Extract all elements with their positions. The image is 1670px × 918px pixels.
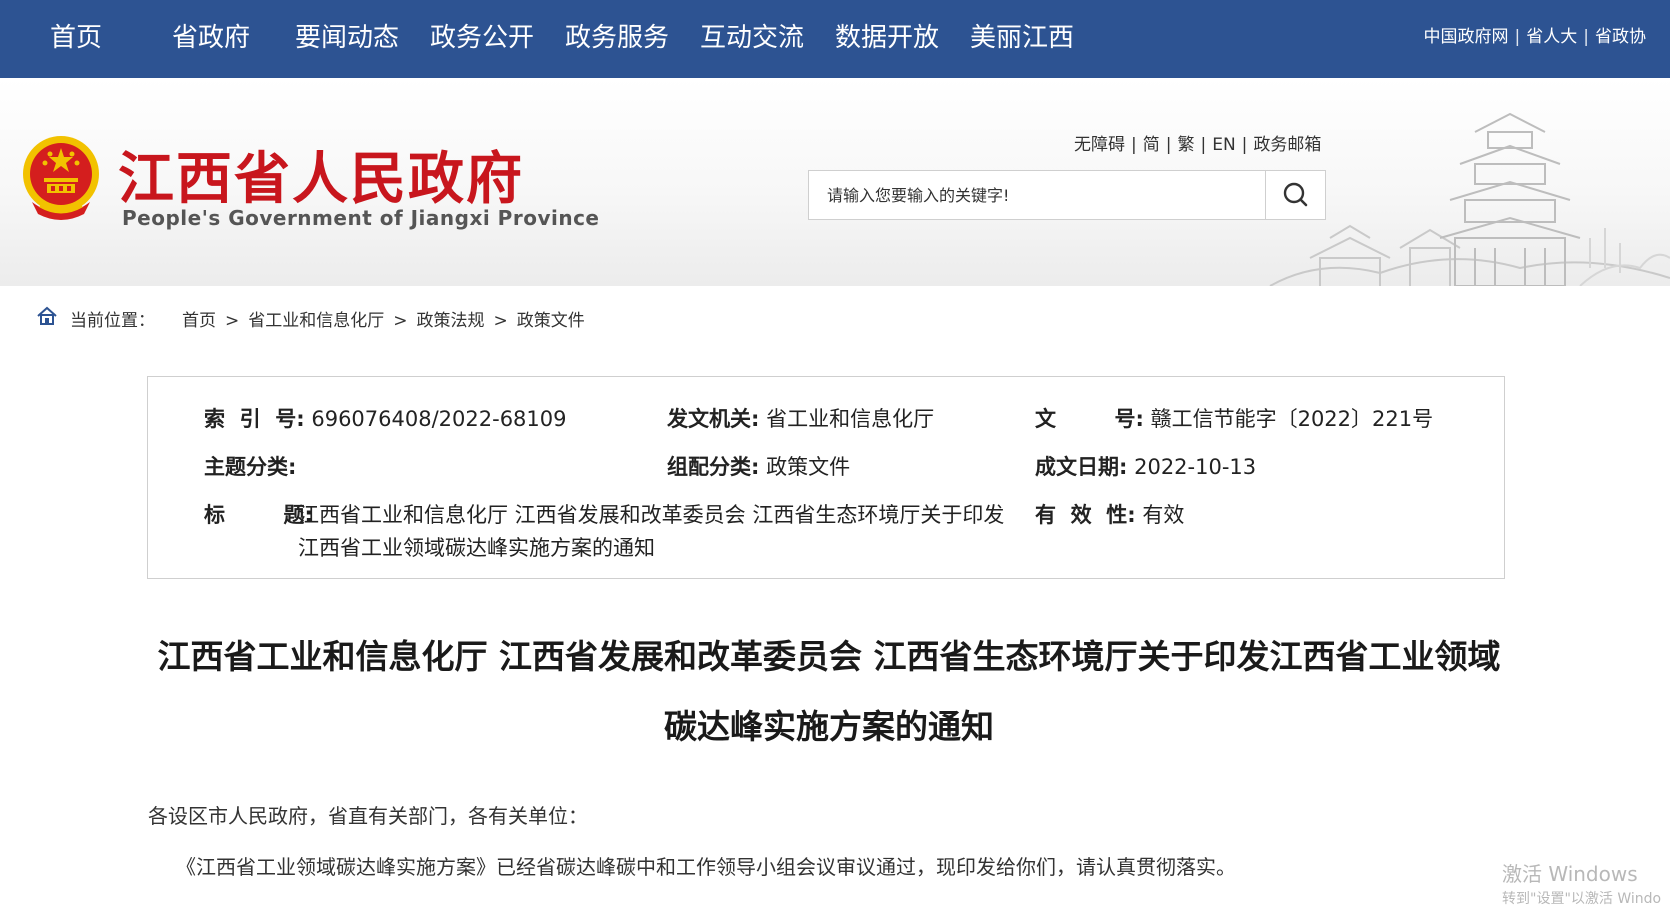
meta-validity-value: 有效 [1142, 503, 1185, 527]
meta-title-value: 江西省工业和信息化厅 江西省发展和改革委员会 江西省生态环境厅关于印发江西省工业… [298, 503, 1005, 560]
document-meta-box: 索 引 号: 696076408/2022-68109 发文机关: 省工业和信息… [147, 376, 1505, 579]
site-title-cn[interactable]: 江西省人民政府 [118, 134, 524, 215]
meta-validity-label: 有 效 性: [1035, 503, 1136, 527]
breadcrumb: 当前位置： 首页 > 省工业和信息化厅 > 政策法规 > 政策文件 [8, 286, 1648, 346]
article-body-paragraph: 《江西省工业领域碳达峰实施方案》已经省碳达峰碳中和工作领导小组会议审议通过，现印… [176, 855, 1236, 879]
meta-validity: 有 效 性: 有效 [1035, 499, 1184, 529]
breadcrumb-separator: > [393, 311, 408, 331]
meta-doc-no-label: 文 号: [1035, 407, 1144, 431]
meta-index-no-label: 索 引 号: [204, 407, 305, 431]
national-emblem-icon[interactable] [18, 132, 104, 224]
link-traditional[interactable]: 繁 [1177, 135, 1194, 155]
link-english[interactable]: EN [1212, 135, 1235, 155]
breadcrumb-home[interactable]: 首页 [182, 311, 216, 331]
nav-item-beautiful-jiangxi[interactable]: 美丽江西 [970, 0, 1074, 78]
windows-activation-hint: 转到"设置"以激活 Windo [1502, 891, 1662, 907]
header-banner: 江西省人民政府 People's Government of Jiangxi P… [0, 78, 1670, 286]
pavilion-illustration [1269, 112, 1670, 286]
link-provincial-cppcc[interactable]: 省政协 [1595, 27, 1646, 47]
meta-index-no-value: 696076408/2022-68109 [311, 407, 567, 431]
nav-item-news[interactable]: 要闻动态 [295, 0, 399, 78]
meta-issuer-label: 发文机关: [667, 407, 760, 431]
meta-topic-label: 主题分类: [204, 455, 297, 479]
nav-item-provincial-gov[interactable]: 省政府 [172, 0, 250, 78]
site-title-en: People's Government of Jiangxi Province [122, 206, 600, 230]
external-links: 中国政府网 | 省人大 | 省政协 [1423, 27, 1646, 47]
meta-category-value: 政策文件 [766, 455, 851, 479]
meta-issuer: 发文机关: 省工业和信息化厅 [667, 403, 934, 433]
breadcrumb-policy-documents[interactable]: 政策文件 [517, 311, 585, 331]
link-accessibility[interactable]: 无障碍 [1074, 135, 1125, 155]
windows-activation-watermark: 激活 Windows [1502, 862, 1638, 886]
meta-date-label: 成文日期: [1035, 455, 1128, 479]
breadcrumb-department[interactable]: 省工业和信息化厅 [248, 311, 384, 331]
article-title: 江西省工业和信息化厅 江西省发展和改革委员会 江西省生态环境厅关于印发江西省工业… [157, 637, 1501, 746]
meta-doc-no: 文 号: 赣工信节能字〔2022〕221号 [1035, 403, 1433, 433]
search-input[interactable] [809, 171, 1263, 219]
meta-issuer-value: 省工业和信息化厅 [766, 407, 935, 431]
nav-item-interaction[interactable]: 互动交流 [700, 0, 804, 78]
breadcrumb-separator: > [225, 311, 240, 331]
home-icon [37, 306, 57, 325]
nav-item-gov-services[interactable]: 政务服务 [565, 0, 669, 78]
breadcrumb-label: 当前位置： [70, 311, 155, 331]
meta-category-label: 组配分类: [667, 455, 760, 479]
meta-doc-no-value: 赣工信节能字〔2022〕221号 [1150, 407, 1434, 431]
breadcrumb-separator: > [493, 311, 508, 331]
meta-title-label: 标 题: [204, 503, 313, 527]
nav-item-home[interactable]: 首页 [50, 0, 102, 78]
meta-index-no: 索 引 号: 696076408/2022-68109 [204, 403, 567, 433]
link-provincial-congress[interactable]: 省人大 [1526, 27, 1577, 47]
meta-category: 组配分类: 政策文件 [667, 451, 850, 481]
breadcrumb-policy-regulations[interactable]: 政策法规 [417, 311, 485, 331]
meta-date-value: 2022-10-13 [1134, 455, 1257, 479]
nav-item-gov-affairs-open[interactable]: 政务公开 [430, 0, 534, 78]
link-central-gov[interactable]: 中国政府网 [1424, 27, 1509, 47]
meta-date: 成文日期: 2022-10-13 [1035, 451, 1256, 481]
top-nav-bar: 首页 省政府 要闻动态 政务公开 政务服务 互动交流 数据开放 美丽江西 中国政… [0, 0, 1670, 78]
article-salutation: 各设区市人民政府，省直有关部门，各有关单位： [148, 804, 588, 828]
link-simplified[interactable]: 简 [1143, 135, 1160, 155]
search-box [808, 170, 1326, 220]
meta-topic: 主题分类: [204, 451, 296, 481]
nav-item-open-data[interactable]: 数据开放 [835, 0, 939, 78]
